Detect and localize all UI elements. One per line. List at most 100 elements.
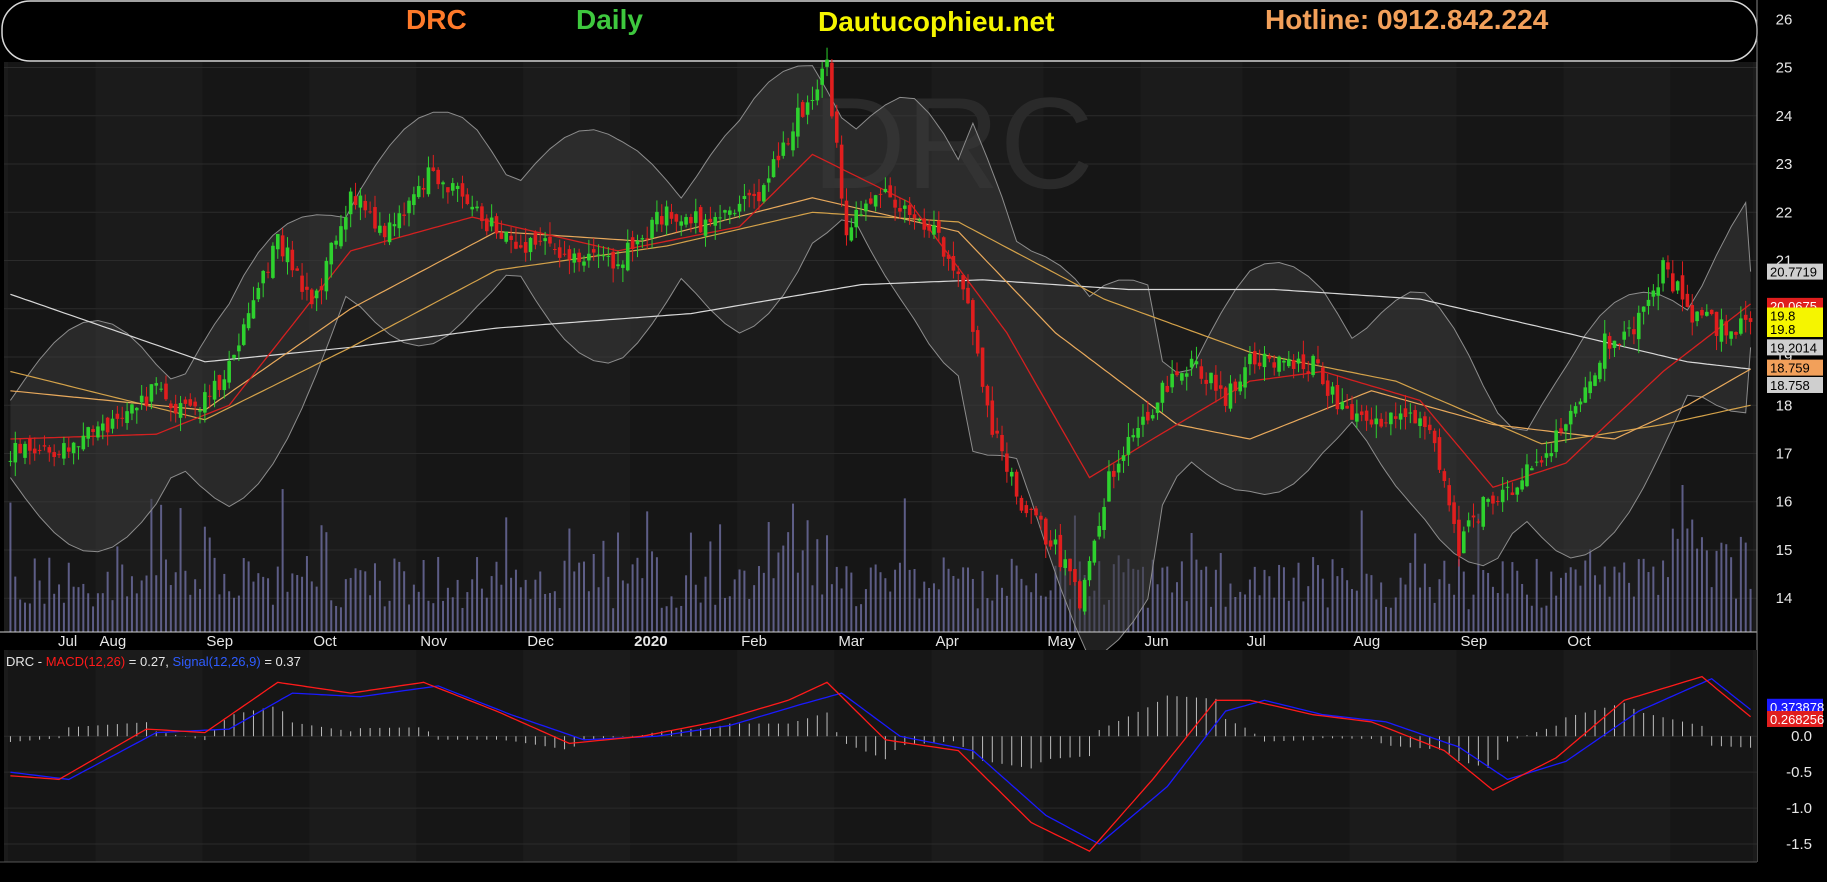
volume-bar — [1462, 571, 1465, 632]
volume-bar — [675, 607, 678, 632]
candle-body — [1408, 412, 1413, 414]
volume-bar — [203, 526, 206, 632]
volume-bar — [446, 587, 449, 632]
candle-body — [1554, 430, 1558, 452]
volume-bar — [860, 604, 863, 632]
candle-body — [1194, 361, 1199, 365]
candle-body — [407, 200, 411, 214]
volume-bar — [1015, 565, 1018, 632]
candle-body — [1039, 515, 1043, 520]
volume-bar — [1297, 562, 1300, 632]
volume-bar — [1385, 606, 1388, 632]
candle-body — [1564, 424, 1568, 431]
volume-bar — [1419, 587, 1422, 632]
candle-body — [173, 403, 178, 414]
volume-bar — [864, 589, 867, 632]
macd-y-tick-label: 0.0 — [1791, 728, 1812, 745]
month-label: Aug — [1354, 633, 1381, 650]
candle-body — [820, 68, 824, 85]
candle-body — [1218, 385, 1223, 389]
volume-bar — [106, 571, 109, 632]
candle-body — [1223, 387, 1228, 406]
volume-bar — [1020, 578, 1023, 632]
candle-body — [932, 225, 936, 235]
volume-bar — [194, 579, 197, 632]
candle-body — [397, 213, 402, 229]
volume-bar — [378, 580, 381, 632]
volume-bar — [796, 572, 799, 632]
candle-body — [1442, 471, 1447, 482]
volume-bar — [1521, 583, 1524, 632]
candle-body — [1082, 579, 1087, 612]
candle-body — [125, 411, 129, 424]
volume-bar — [1253, 566, 1256, 632]
candle-body — [266, 271, 270, 273]
candle-body — [1656, 287, 1661, 296]
volume-bar — [1239, 591, 1242, 632]
candle-body — [460, 183, 465, 197]
candle-body — [1403, 408, 1408, 418]
candle-body — [1189, 358, 1194, 368]
volume-bar — [1316, 565, 1319, 632]
volume-bar — [1448, 583, 1451, 632]
candle-body — [868, 198, 873, 204]
volume-bar — [1433, 602, 1436, 632]
volume-bar — [1244, 594, 1247, 632]
candle-body — [538, 240, 543, 242]
candle-body — [713, 217, 718, 226]
candle-body — [1437, 437, 1442, 470]
price-y-tick-label: 15 — [1776, 542, 1793, 559]
volume-bar — [738, 569, 741, 632]
volume-bar — [364, 571, 367, 632]
volume-bar — [699, 602, 702, 632]
volume-bar — [1282, 567, 1285, 632]
candle-body — [572, 253, 577, 263]
volume-bar — [1049, 590, 1052, 632]
candle-body — [796, 107, 800, 137]
candle-body — [52, 452, 56, 457]
month-label: May — [1047, 633, 1076, 650]
volume-bar — [942, 557, 945, 632]
candle-body — [285, 247, 290, 263]
candle-body — [1739, 318, 1743, 334]
volume-bar — [247, 561, 250, 632]
volume-bar — [310, 581, 313, 632]
candle-body — [839, 144, 844, 199]
candle-body — [71, 442, 76, 454]
candle-body — [1282, 360, 1286, 363]
candle-body — [1116, 463, 1121, 473]
candle-body — [382, 225, 387, 238]
volume-bar — [1370, 575, 1373, 632]
volume-bar — [1185, 601, 1188, 632]
volume-bar — [296, 575, 299, 632]
candle-body — [329, 242, 334, 265]
volume-bar — [913, 569, 916, 632]
candle-body — [1000, 435, 1004, 452]
candle-body — [1384, 422, 1388, 424]
candle-body — [650, 219, 654, 238]
volume-bar — [1355, 590, 1358, 632]
volume-bar — [184, 570, 187, 632]
volume-bar — [1496, 592, 1499, 632]
volume-bar — [169, 585, 172, 632]
volume-bar — [1176, 582, 1179, 632]
volume-bar — [704, 576, 707, 632]
candle-body — [548, 236, 552, 244]
candle-body — [1204, 379, 1208, 384]
candle-body — [1252, 351, 1257, 365]
volume-bar — [1171, 592, 1174, 632]
candle-body — [854, 209, 858, 228]
volume-bar — [894, 569, 897, 632]
candle-body — [1184, 373, 1189, 377]
candle-body — [1272, 362, 1277, 368]
volume-bar — [451, 597, 454, 632]
candle-body — [1695, 311, 1699, 322]
volume-bar — [403, 571, 406, 632]
candle-body — [543, 238, 547, 242]
header-hotline: Hotline: 0912.842.224 — [1265, 4, 1549, 35]
volume-bar — [782, 545, 785, 632]
volume-bar — [655, 557, 658, 632]
candle-body — [1588, 381, 1592, 394]
volume-bar — [92, 606, 95, 632]
candle-body — [446, 187, 450, 193]
